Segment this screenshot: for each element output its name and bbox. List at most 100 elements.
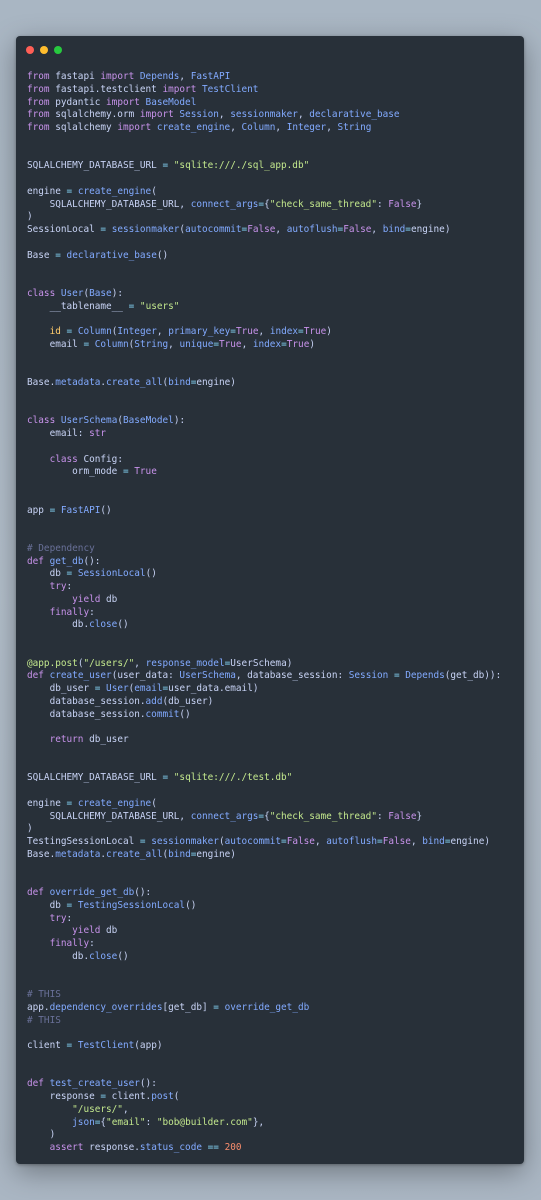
code-token: }, [252, 1116, 265, 1128]
code-token: yield [72, 593, 101, 605]
code-token: response. [83, 1142, 140, 1153]
code-token: True [235, 326, 259, 337]
code-token: fastapi.testclient [49, 83, 163, 95]
code-token: Config: [77, 453, 123, 465]
code-token: Depends [405, 670, 445, 682]
code-token: () [179, 708, 191, 720]
code-token: True [219, 338, 242, 350]
code-line: def create_user(user_data: UserSchema, d… [27, 670, 501, 683]
code-token: str [89, 428, 107, 439]
code-token: FastAPI [190, 71, 231, 82]
code-token: db_user [27, 683, 95, 694]
code-token: ( [173, 1091, 180, 1102]
code-token: (): [139, 1078, 157, 1090]
code-line: try: [27, 581, 501, 594]
code-token: False [286, 836, 315, 847]
code-token: , [122, 1103, 129, 1115]
code-line: def get_db(): [27, 556, 501, 569]
code-token: SQLALCHEMY_DATABASE_URL, [27, 810, 191, 822]
code-line: database_session.commit() [27, 709, 501, 722]
code-token: ) [27, 823, 33, 835]
code-token: : [376, 810, 389, 822]
code-token: override_get_db [224, 1001, 310, 1013]
code-token: try [49, 912, 67, 924]
code-token: autocommit [185, 224, 242, 235]
close-window-icon[interactable] [26, 46, 34, 54]
code-token: class [49, 453, 78, 465]
code-token: False [343, 224, 372, 235]
code-token: , database_session: [235, 670, 349, 682]
code-token: (): [83, 555, 101, 567]
code-line: app = FastAPI() [27, 505, 501, 518]
code-line: yield db [27, 594, 501, 607]
code-token: metadata [55, 848, 101, 860]
code-token: index [269, 326, 299, 337]
code-line: # Dependency [27, 543, 501, 556]
code-token: , [371, 224, 383, 235]
code-line: class UserSchema(BaseModel): [27, 415, 501, 428]
code-token: # THIS [27, 989, 61, 1000]
code-line: from fastapi.testclient import TestClien… [27, 84, 501, 97]
code-line: yield db [27, 925, 501, 938]
code-token: ) [27, 211, 33, 223]
code-token: Depends [134, 71, 180, 82]
code-token: import [139, 109, 174, 121]
code-token: , [241, 338, 253, 350]
maximize-window-icon[interactable] [54, 46, 62, 54]
code-token: @app.post [27, 657, 78, 669]
code-token: try [49, 581, 67, 592]
code-token: String [134, 338, 169, 350]
code-token: # THIS [27, 1014, 61, 1026]
code-token: finally [49, 938, 90, 949]
code-token: import [106, 96, 140, 108]
code-token: import [162, 83, 197, 95]
code-token: False [388, 198, 417, 210]
code-line: SessionLocal = sessionmaker(autocommit=F… [27, 224, 501, 237]
code-token: True [286, 338, 310, 350]
code-token: engine) [196, 377, 236, 388]
code-token: engine) [196, 848, 236, 860]
code-line: db.close() [27, 951, 501, 964]
code-token: == [207, 1142, 219, 1153]
code-token: db [27, 568, 67, 580]
code-line: response = client.post( [27, 1091, 501, 1104]
code-token: create_all [106, 377, 163, 388]
code-token: pydantic [49, 96, 107, 108]
code-token: bind [382, 224, 406, 235]
code-window: from fastapi import Depends, FastAPI from… [16, 36, 524, 1164]
code-line: Base.metadata.create_all(bind=engine) [27, 377, 501, 390]
code-token: from [27, 109, 50, 121]
code-token: close [89, 619, 118, 631]
code-token: False [388, 810, 417, 822]
code-token: : [89, 606, 95, 618]
code-line: app.dependency_overrides[get_db] = overr… [27, 1002, 501, 1015]
code-token: finally [49, 606, 90, 618]
code-token: SessionLocal [77, 568, 146, 580]
code-token: close [89, 950, 118, 962]
code-token: email [27, 338, 84, 350]
code-token: , [168, 338, 180, 350]
code-token: : [145, 1116, 157, 1128]
code-line: # THIS [27, 989, 501, 1002]
minimize-window-icon[interactable] [40, 46, 48, 54]
code-token: sessionmaker [111, 224, 180, 235]
code-line: finally: [27, 607, 501, 620]
code-token: "users" [139, 300, 180, 312]
code-token: SQLALCHEMY_DATABASE_URL [27, 160, 163, 172]
code-token: def [27, 670, 44, 682]
code-token: Base. [27, 848, 56, 860]
code-token: , [297, 109, 310, 121]
code-token: response [27, 1091, 101, 1102]
